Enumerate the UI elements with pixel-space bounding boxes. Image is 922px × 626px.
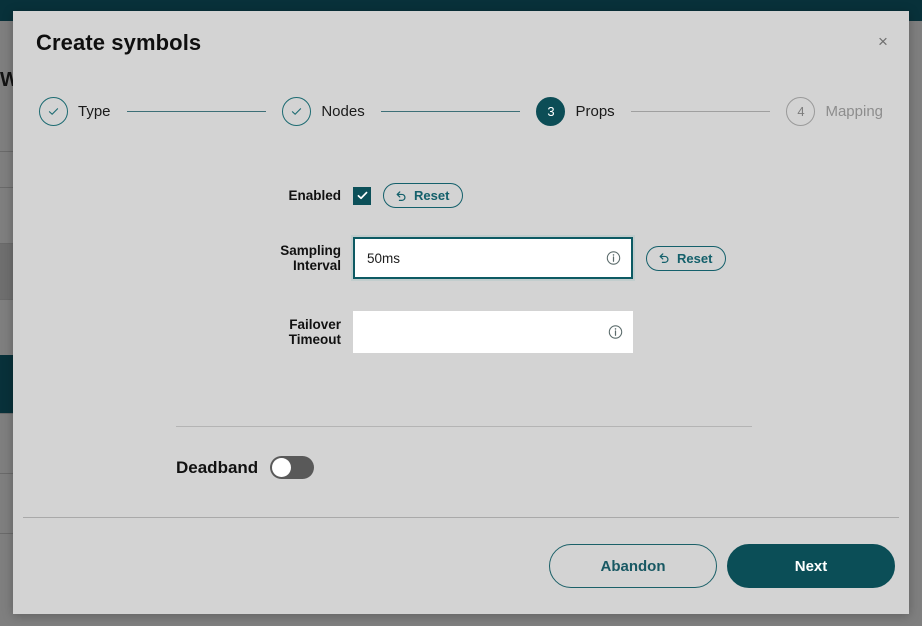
create-symbols-dialog: Create symbols × Type Nodes 3 Props — [13, 11, 909, 614]
info-icon-sampling-interval[interactable] — [606, 251, 621, 266]
abandon-button[interactable]: Abandon — [549, 544, 717, 588]
field-row-enabled: Enabled Reset — [235, 183, 883, 208]
label-sampling-interval: Sampling Interval — [235, 243, 353, 273]
reset-sampling-interval-button[interactable]: Reset — [646, 246, 726, 271]
stepper-label-mapping: Mapping — [825, 103, 883, 120]
stepper-label-nodes: Nodes — [321, 103, 364, 120]
failover-timeout-input[interactable] — [353, 311, 633, 353]
deadband-section-divider — [176, 426, 752, 427]
close-icon[interactable]: × — [870, 28, 896, 54]
reset-sampling-interval-label: Reset — [677, 251, 712, 266]
label-failover-timeout: Failover Timeout — [235, 317, 353, 347]
stepper-step-mapping[interactable]: 4 Mapping — [786, 97, 883, 126]
wizard-stepper: Type Nodes 3 Props 4 Mapping — [13, 86, 909, 136]
field-row-sampling-interval: Sampling Interval — [235, 237, 883, 279]
step-number-mapping: 4 — [786, 97, 815, 126]
step-check-icon-nodes — [282, 97, 311, 126]
label-enabled: Enabled — [235, 188, 353, 203]
field-row-failover-timeout: Failover Timeout — [235, 311, 883, 353]
step-check-icon-type — [39, 97, 68, 126]
dialog-header: Create symbols × — [13, 11, 909, 73]
stepper-step-type[interactable]: Type — [39, 97, 111, 126]
info-icon-failover-timeout[interactable] — [608, 325, 623, 340]
dialog-footer: Abandon Next — [13, 518, 909, 614]
deadband-row: Deadband — [176, 456, 883, 479]
label-deadband: Deadband — [176, 458, 258, 478]
sampling-interval-input[interactable] — [355, 239, 631, 277]
stepper-label-props: Props — [575, 103, 614, 120]
next-button[interactable]: Next — [727, 544, 895, 588]
stepper-step-props[interactable]: 3 Props — [536, 97, 614, 126]
undo-icon — [394, 189, 408, 203]
stepper-label-type: Type — [78, 103, 111, 120]
deadband-toggle[interactable] — [270, 456, 314, 479]
dialog-title: Create symbols — [36, 30, 201, 56]
reset-enabled-button[interactable]: Reset — [383, 183, 463, 208]
enabled-checkbox[interactable] — [353, 187, 371, 205]
stepper-connector-1 — [127, 111, 267, 112]
dialog-body: Enabled Reset Sampling Interval — [13, 136, 909, 517]
stepper-step-nodes[interactable]: Nodes — [282, 97, 364, 126]
reset-enabled-label: Reset — [414, 188, 449, 203]
sampling-interval-input-wrapper — [353, 237, 633, 279]
deadband-toggle-knob — [272, 458, 291, 477]
stepper-connector-3 — [631, 111, 771, 112]
undo-icon — [657, 251, 671, 265]
stepper-connector-2 — [381, 111, 521, 112]
step-number-props: 3 — [536, 97, 565, 126]
failover-timeout-input-wrapper — [353, 311, 633, 353]
